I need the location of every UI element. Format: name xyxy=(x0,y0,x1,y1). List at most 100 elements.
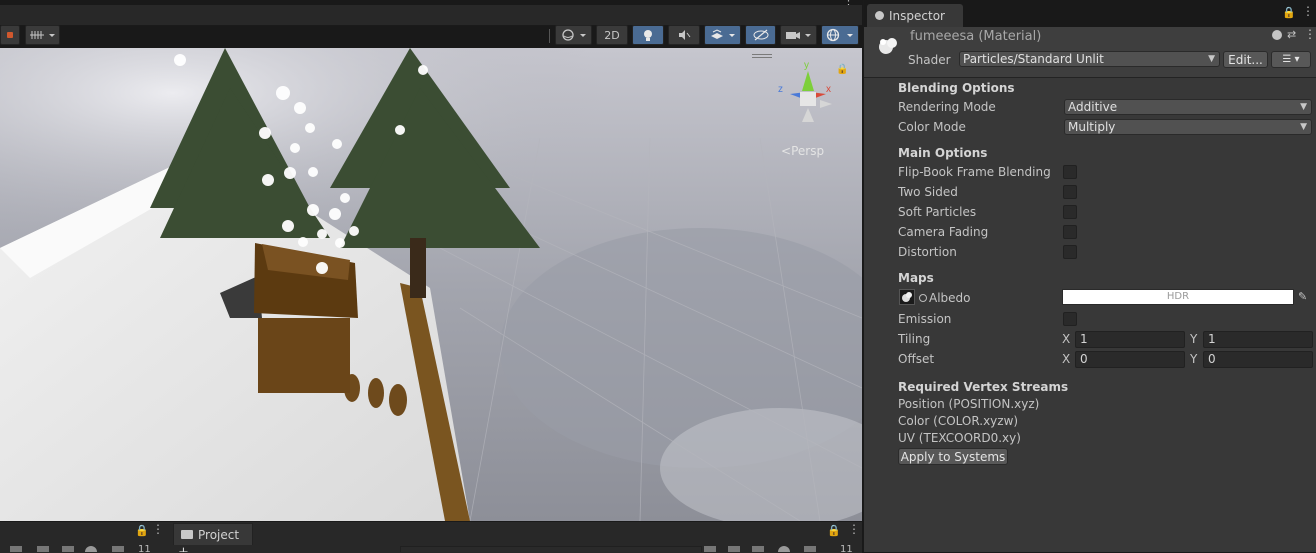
albedo-label: Albedo xyxy=(929,291,971,305)
inspector-menu-icon[interactable]: ⋮ xyxy=(1302,4,1314,18)
inspector-tab-label: Inspector xyxy=(889,8,945,23)
search-input[interactable] xyxy=(400,546,702,552)
gizmos-dropdown-button[interactable] xyxy=(821,25,859,45)
stream-color: Color (COLOR.xyzw) xyxy=(898,414,1019,428)
offset-y-field[interactable]: 0 xyxy=(1203,351,1313,368)
folder-icon xyxy=(181,530,193,539)
soft-particles-label: Soft Particles xyxy=(898,205,977,219)
rendering-mode-label: Rendering Mode xyxy=(898,100,996,114)
camera-dropdown-button[interactable] xyxy=(780,25,817,45)
persp-label[interactable]: <Persp xyxy=(781,144,824,158)
favorite-icon[interactable] xyxy=(112,546,124,552)
albedo-texture-slot[interactable] xyxy=(899,289,915,305)
toolbar-separator xyxy=(549,29,550,43)
project-tab-label: Project xyxy=(198,527,240,542)
distortion-checkbox[interactable] xyxy=(1063,245,1077,259)
filter-type-icon[interactable] xyxy=(704,546,716,552)
camera-fading-checkbox[interactable] xyxy=(1063,225,1077,239)
material-header: fumeeesa (Material) ⇄ ⋮ Shader Particles… xyxy=(864,27,1316,78)
apply-to-systems-button[interactable]: Apply to Systems xyxy=(898,448,1008,465)
lightbulb-icon xyxy=(644,30,652,41)
distortion-label: Distortion xyxy=(898,245,957,259)
lock-icon[interactable]: 🔒 xyxy=(135,524,149,537)
color-mode-dropdown[interactable]: Multiply ▼ xyxy=(1064,119,1312,135)
project-favorite-icon[interactable] xyxy=(804,546,816,552)
add-icon[interactable]: + xyxy=(178,545,189,552)
tiling-y-label: Y xyxy=(1190,332,1198,346)
emission-checkbox[interactable] xyxy=(1063,312,1077,326)
collapse-icon[interactable] xyxy=(37,546,49,552)
help-icon[interactable] xyxy=(1272,30,1282,40)
edit-shader-button[interactable]: Edit... xyxy=(1223,51,1268,68)
rendering-mode-value: Additive xyxy=(1068,100,1118,114)
section-maps: Maps xyxy=(898,271,934,285)
texture-picker-icon[interactable] xyxy=(919,294,927,302)
red-tool-icon xyxy=(7,32,13,38)
flipbook-checkbox[interactable] xyxy=(1063,165,1077,179)
offset-x-label: X xyxy=(1062,352,1071,366)
tab-inspector[interactable]: Inspector xyxy=(867,4,963,27)
sphere-icon xyxy=(561,29,586,41)
stream-position: Position (POSITION.xyz) xyxy=(898,397,1040,411)
project-info-icon[interactable] xyxy=(778,546,790,552)
preset-icon[interactable]: ⇄ xyxy=(1287,28,1296,41)
panel-menu-icon[interactable]: ⋮ xyxy=(152,522,164,536)
inspector-lock-icon[interactable]: 🔒 xyxy=(1282,6,1296,19)
tiling-x-field[interactable]: 1 xyxy=(1075,331,1185,348)
eyedropper-icon[interactable]: ✎ xyxy=(1298,290,1307,303)
color-mode-value: Multiply xyxy=(1068,120,1116,134)
scene-viewport[interactable]: 🔒 y z x <Persp xyxy=(0,48,862,521)
camera-fading-label: Camera Fading xyxy=(898,225,989,239)
orientation-gizmo[interactable]: y z x xyxy=(776,56,840,126)
shader-options-button[interactable]: ☰ ▾ xyxy=(1271,51,1311,68)
lighting-toggle-button[interactable] xyxy=(632,25,664,45)
audio-toggle-button[interactable] xyxy=(668,25,700,45)
shading-mode-button[interactable] xyxy=(555,25,592,45)
tab-project[interactable]: Project xyxy=(173,523,253,545)
persp-arrow-icon: < xyxy=(781,144,792,158)
two-sided-label: Two Sided xyxy=(898,185,958,199)
chevron-down-icon: ▼ xyxy=(1208,54,1215,64)
viewport-menu-handle[interactable] xyxy=(752,53,772,59)
clear-icon[interactable] xyxy=(10,546,22,552)
smoke-texture-icon xyxy=(902,292,912,302)
stream-uv: UV (TEXCOORD0.xy) xyxy=(898,431,1021,445)
svg-text:z: z xyxy=(778,84,783,95)
hidden-objects-toggle-button[interactable] xyxy=(745,25,776,45)
search-scope-icon[interactable] xyxy=(752,546,764,552)
section-main-options: Main Options xyxy=(898,146,988,160)
info-icon xyxy=(875,11,884,20)
rendering-mode-dropdown[interactable]: Additive ▼ xyxy=(1064,99,1312,115)
context-menu-icon[interactable]: ⋮ xyxy=(1304,27,1316,41)
two-sided-checkbox[interactable] xyxy=(1063,185,1077,199)
project-lock-icon[interactable]: 🔒 xyxy=(827,524,841,537)
grid-dropdown-button[interactable] xyxy=(25,25,60,45)
camera-icon xyxy=(785,32,811,39)
eye-hidden-icon xyxy=(753,29,768,41)
soft-particles-checkbox[interactable] xyxy=(1063,205,1077,219)
emission-label: Emission xyxy=(898,312,952,326)
list-icon: ☰ ▾ xyxy=(1282,54,1300,65)
console-toolbar: 11 + 11 xyxy=(0,544,862,552)
chevron-down-icon: ▼ xyxy=(1300,102,1307,112)
gizmo-toggle-button[interactable] xyxy=(0,25,20,45)
section-vertex-streams: Required Vertex Streams xyxy=(898,380,1069,394)
svg-text:x: x xyxy=(826,84,831,95)
tiling-y-field[interactable]: 1 xyxy=(1203,331,1313,348)
project-menu-icon[interactable]: ⋮ xyxy=(848,522,860,536)
albedo-color-field[interactable]: HDR xyxy=(1062,289,1294,305)
error-pause-icon[interactable] xyxy=(62,546,74,552)
filter-label-icon[interactable] xyxy=(728,546,740,552)
tiling-x-label: X xyxy=(1062,332,1071,346)
info-icon[interactable] xyxy=(85,546,97,552)
offset-label: Offset xyxy=(898,352,935,366)
offset-x-field[interactable]: 0 xyxy=(1075,351,1185,368)
material-preview-icon xyxy=(876,35,900,57)
color-mode-label: Color Mode xyxy=(898,120,966,134)
effects-dropdown-button[interactable] xyxy=(704,25,741,45)
shader-dropdown[interactable]: Particles/Standard Unlit ▼ xyxy=(959,51,1220,67)
mode-2d-button[interactable]: 2D xyxy=(596,25,628,45)
tiling-label: Tiling xyxy=(898,332,931,346)
shader-value: Particles/Standard Unlit xyxy=(963,52,1104,66)
gizmo-globe-icon xyxy=(826,28,853,42)
